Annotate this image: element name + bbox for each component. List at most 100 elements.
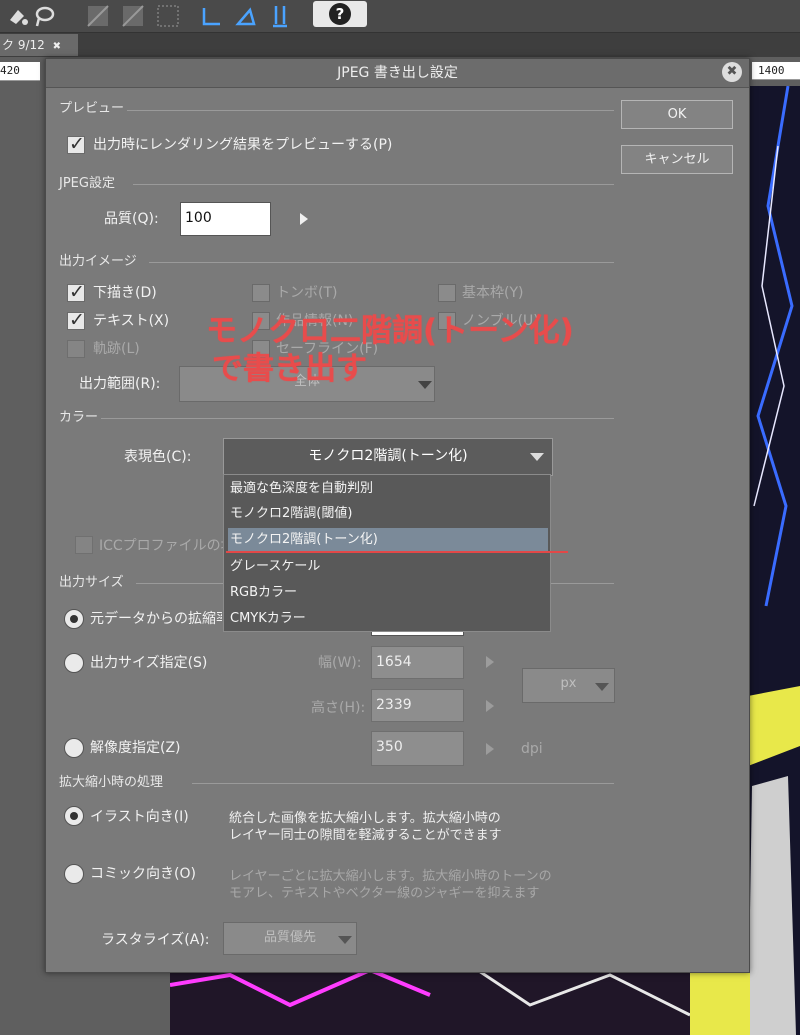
height-input[interactable]: 2339	[371, 689, 464, 722]
from-original-radio[interactable]	[64, 609, 84, 629]
expression-color-select[interactable]: モノクロ2階調(トーン化)	[223, 438, 553, 476]
quality-input[interactable]: 100	[180, 202, 271, 236]
ruler-left: 420	[0, 62, 40, 81]
draft-checkbox[interactable]	[67, 281, 85, 303]
width-input[interactable]: 1654	[371, 646, 464, 679]
comic-label: コミック向き(O)	[90, 866, 196, 882]
quality-slider-arrow-icon[interactable]	[300, 213, 308, 225]
from-original-label: 元データからの拡縮率(E)	[90, 611, 222, 627]
chevron-down-icon	[530, 453, 544, 461]
illust-description-line1: 統合した画像を拡大縮小します。拡大縮小時の	[229, 811, 501, 826]
cancel-button[interactable]: キャンセル	[621, 145, 733, 174]
resolution-label: 解像度指定(Z)	[90, 740, 181, 756]
resolution-input[interactable]: 350	[371, 731, 464, 766]
divider	[101, 418, 614, 419]
dots-grid-icon[interactable]	[156, 4, 180, 28]
render-preview-checkbox[interactable]	[67, 133, 85, 155]
unit-value: px	[560, 676, 577, 691]
jpeg-export-dialog: JPEG 書き出し設定 ✖ OK キャンセル プレビュー 出力時にレンダリング結…	[45, 58, 750, 973]
base-frame-checkbox[interactable]	[438, 284, 456, 302]
document-tab-label: ク 9/12	[2, 38, 45, 52]
ruler-snap-icon[interactable]	[200, 4, 224, 28]
rasterize-value: 品質優先	[263, 930, 316, 945]
divider	[127, 110, 614, 111]
dropdown-option-auto[interactable]: 最適な色深度を自動判別	[228, 477, 548, 501]
rasterize-label: ラスタライズ(A):	[101, 932, 210, 948]
section-scaling: 拡大縮小時の処理	[59, 775, 164, 790]
dropdown-option-mono-threshold[interactable]: モノクロ2階調(閾値)	[228, 502, 548, 526]
annotation-underline	[226, 551, 568, 553]
dropdown-option-grayscale[interactable]: グレースケール	[228, 555, 548, 579]
grid-icon[interactable]	[121, 4, 145, 28]
divider	[133, 184, 614, 185]
fill-icon[interactable]	[6, 4, 30, 28]
expression-color-value: モノクロ2階調(トーン化)	[308, 448, 468, 464]
width-label: 幅(W):	[318, 655, 362, 671]
illust-radio[interactable]	[64, 806, 84, 826]
pen-snap-icon[interactable]	[268, 4, 292, 28]
svg-text:?: ?	[336, 5, 345, 23]
output-range-label: 出力範囲(R):	[79, 376, 161, 392]
chevron-down-icon	[338, 936, 352, 944]
annotation-text: モノクロ二階調(トーン化) で書き出す	[206, 312, 574, 388]
divider	[192, 783, 614, 784]
quality-label: 品質(Q):	[104, 211, 159, 227]
section-color: カラー	[59, 410, 99, 425]
resolution-radio[interactable]	[64, 738, 84, 758]
expression-color-dropdown: 最適な色深度を自動判別 モノクロ2階調(閾値) モノクロ2階調(トーン化) グレ…	[223, 474, 551, 632]
ruler-right: 1400	[752, 62, 800, 80]
ruler-value-left: 420	[0, 64, 20, 77]
perspective-icon[interactable]	[234, 4, 258, 28]
lasso-icon[interactable]	[33, 4, 57, 28]
dropdown-option-mono-tone[interactable]: モノクロ2階調(トーン化)	[228, 528, 548, 552]
ok-button[interactable]: OK	[621, 100, 733, 129]
specify-size-radio[interactable]	[64, 653, 84, 673]
unit-select[interactable]: px	[522, 668, 615, 703]
divider	[149, 262, 614, 263]
help-icon: ?	[329, 3, 351, 25]
dpi-label: dpi	[521, 741, 543, 757]
illust-description-line2: レイヤー同士の隙間を軽減することができます	[229, 828, 502, 843]
resolution-slider-arrow-icon[interactable]	[486, 743, 494, 755]
close-icon[interactable]: ✖	[53, 41, 61, 52]
ruler-value-right: 1400	[758, 64, 785, 77]
close-icon[interactable]: ✖	[722, 62, 742, 82]
dialog-titlebar[interactable]: JPEG 書き出し設定 ✖	[46, 59, 749, 88]
dropdown-option-rgb[interactable]: RGBカラー	[228, 581, 548, 605]
height-slider-arrow-icon[interactable]	[486, 700, 494, 712]
document-tab-bar	[0, 33, 800, 57]
text-label: テキスト(X)	[93, 313, 170, 329]
chevron-down-icon	[595, 683, 609, 691]
canvas-artwork	[748, 86, 800, 1035]
comic-radio[interactable]	[64, 864, 84, 884]
comic-description-line2: モアレ、テキストやベクター線のジャギーを抑えます	[229, 886, 540, 901]
tombo-checkbox[interactable]	[252, 284, 270, 302]
section-preview: プレビュー	[59, 101, 125, 116]
section-jpeg-settings: JPEG設定	[59, 176, 115, 191]
tombo-label: トンボ(T)	[276, 285, 338, 301]
section-output-image: 出力イメージ	[59, 254, 137, 269]
dropdown-option-cmyk[interactable]: CMYKカラー	[228, 607, 548, 631]
icc-profile-label: ICCプロファイルの埋め込み	[99, 538, 223, 554]
text-checkbox[interactable]	[67, 309, 85, 331]
top-toolbar: ?	[0, 0, 800, 33]
grid-off-icon[interactable]	[86, 4, 110, 28]
width-slider-arrow-icon[interactable]	[486, 656, 494, 668]
help-button[interactable]: ?	[313, 1, 367, 27]
rasterize-select[interactable]: 品質優先	[223, 922, 357, 955]
illust-label: イラスト向き(I)	[90, 809, 189, 825]
expression-color-label: 表現色(C):	[124, 449, 192, 465]
specify-size-label: 出力サイズ指定(S)	[90, 655, 208, 671]
annotation-line1: モノクロ二階調(トーン化)	[206, 313, 574, 349]
annotation-line2: で書き出す	[212, 351, 367, 387]
render-preview-label: 出力時にレンダリング結果をプレビューする(P)	[93, 137, 393, 153]
trace-label: 軌跡(L)	[93, 341, 140, 357]
canvas-artwork-bottom	[170, 965, 750, 1035]
trace-checkbox[interactable]	[67, 340, 85, 358]
icc-profile-checkbox[interactable]	[75, 536, 93, 554]
dialog-title: JPEG 書き出し設定	[337, 65, 458, 81]
height-label: 高さ(H):	[311, 700, 366, 716]
document-tab[interactable]: ク 9/12 ✖	[0, 34, 78, 56]
section-output-size: 出力サイズ	[59, 575, 124, 590]
draft-label: 下描き(D)	[93, 285, 157, 301]
